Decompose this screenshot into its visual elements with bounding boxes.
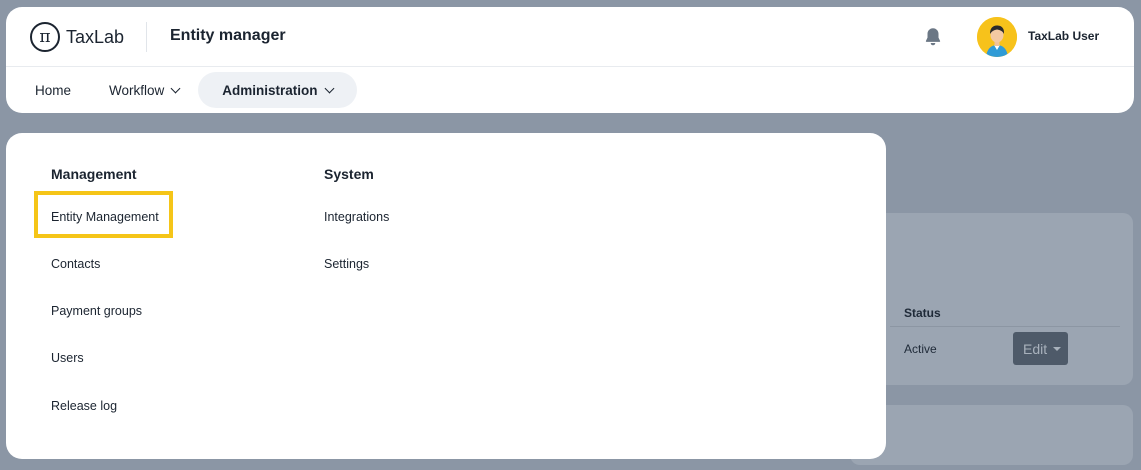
- logo-text: TaxLab: [66, 26, 125, 47]
- administration-dropdown: Management Entity Management Contacts Pa…: [6, 133, 886, 459]
- bell-icon[interactable]: [922, 26, 944, 48]
- app-header: π TaxLab Entity manager TaxLab User Home…: [6, 7, 1134, 113]
- menu-link-settings[interactable]: Settings: [324, 257, 369, 271]
- pi-logo-icon: π: [30, 22, 60, 52]
- menu-link-release-log[interactable]: Release log: [51, 399, 117, 413]
- header-divider: [146, 22, 147, 52]
- page-title: Entity manager: [170, 27, 286, 44]
- menu-link-contacts[interactable]: Contacts: [51, 257, 100, 271]
- nav-item-workflow[interactable]: Workflow: [90, 72, 198, 108]
- status-column-header: Status: [904, 306, 941, 320]
- status-value: Active: [904, 342, 937, 356]
- background-card-2: [850, 405, 1133, 465]
- background-card: [850, 213, 1133, 385]
- user-avatar-icon: [977, 17, 1017, 57]
- edit-button-label: Edit: [1023, 340, 1048, 357]
- caret-down-icon: [1053, 346, 1062, 351]
- header-divider-horizontal: [6, 66, 1134, 67]
- nav-item-home[interactable]: Home: [16, 72, 90, 108]
- nav-item-administration[interactable]: Administration: [198, 72, 357, 108]
- edit-button[interactable]: Edit: [1013, 332, 1068, 365]
- table-header-divider: [890, 326, 1120, 327]
- main-nav: Home Workflow Administration: [16, 72, 357, 108]
- chevron-down-icon: [170, 83, 181, 93]
- system-heading: System: [324, 166, 374, 182]
- highlight-box: [34, 191, 173, 238]
- nav-label: Administration: [222, 82, 318, 98]
- nav-label: Home: [35, 82, 72, 98]
- avatar[interactable]: [977, 17, 1017, 57]
- menu-link-integrations[interactable]: Integrations: [324, 210, 389, 224]
- management-heading: Management: [51, 166, 137, 182]
- user-name[interactable]: TaxLab User: [1028, 29, 1099, 43]
- chevron-down-icon: [324, 83, 334, 93]
- nav-label: Workflow: [109, 82, 165, 98]
- menu-link-payment-groups[interactable]: Payment groups: [51, 304, 142, 318]
- app-logo[interactable]: π TaxLab: [30, 22, 124, 52]
- menu-link-users[interactable]: Users: [51, 351, 84, 365]
